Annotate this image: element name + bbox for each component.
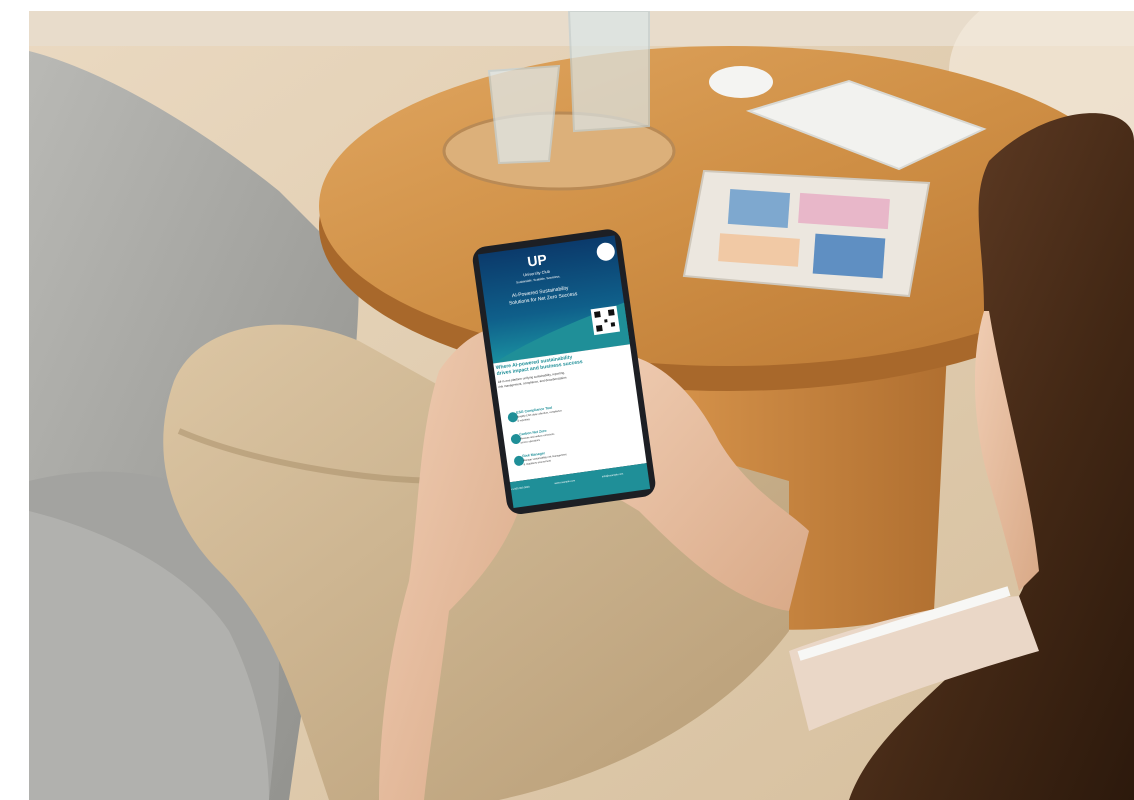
- magazine-art-4: [812, 233, 886, 279]
- footer-item: www.example.com: [554, 479, 576, 486]
- magazine-art-2: [798, 192, 890, 230]
- carafe: [567, 11, 650, 133]
- magazine-art-1: [727, 188, 791, 229]
- footer-item: +1 000 000 0000: [510, 485, 530, 492]
- earbuds-case: [709, 66, 773, 98]
- feature-desc: & reporting: [517, 417, 530, 423]
- footer-item: info@example.com: [601, 472, 624, 479]
- logo-text: UP: [526, 251, 548, 270]
- glass-left: [487, 64, 561, 165]
- magazine-art-3: [718, 233, 800, 267]
- photo-frame: UP University Club Sustainable. Scalable…: [29, 11, 1134, 800]
